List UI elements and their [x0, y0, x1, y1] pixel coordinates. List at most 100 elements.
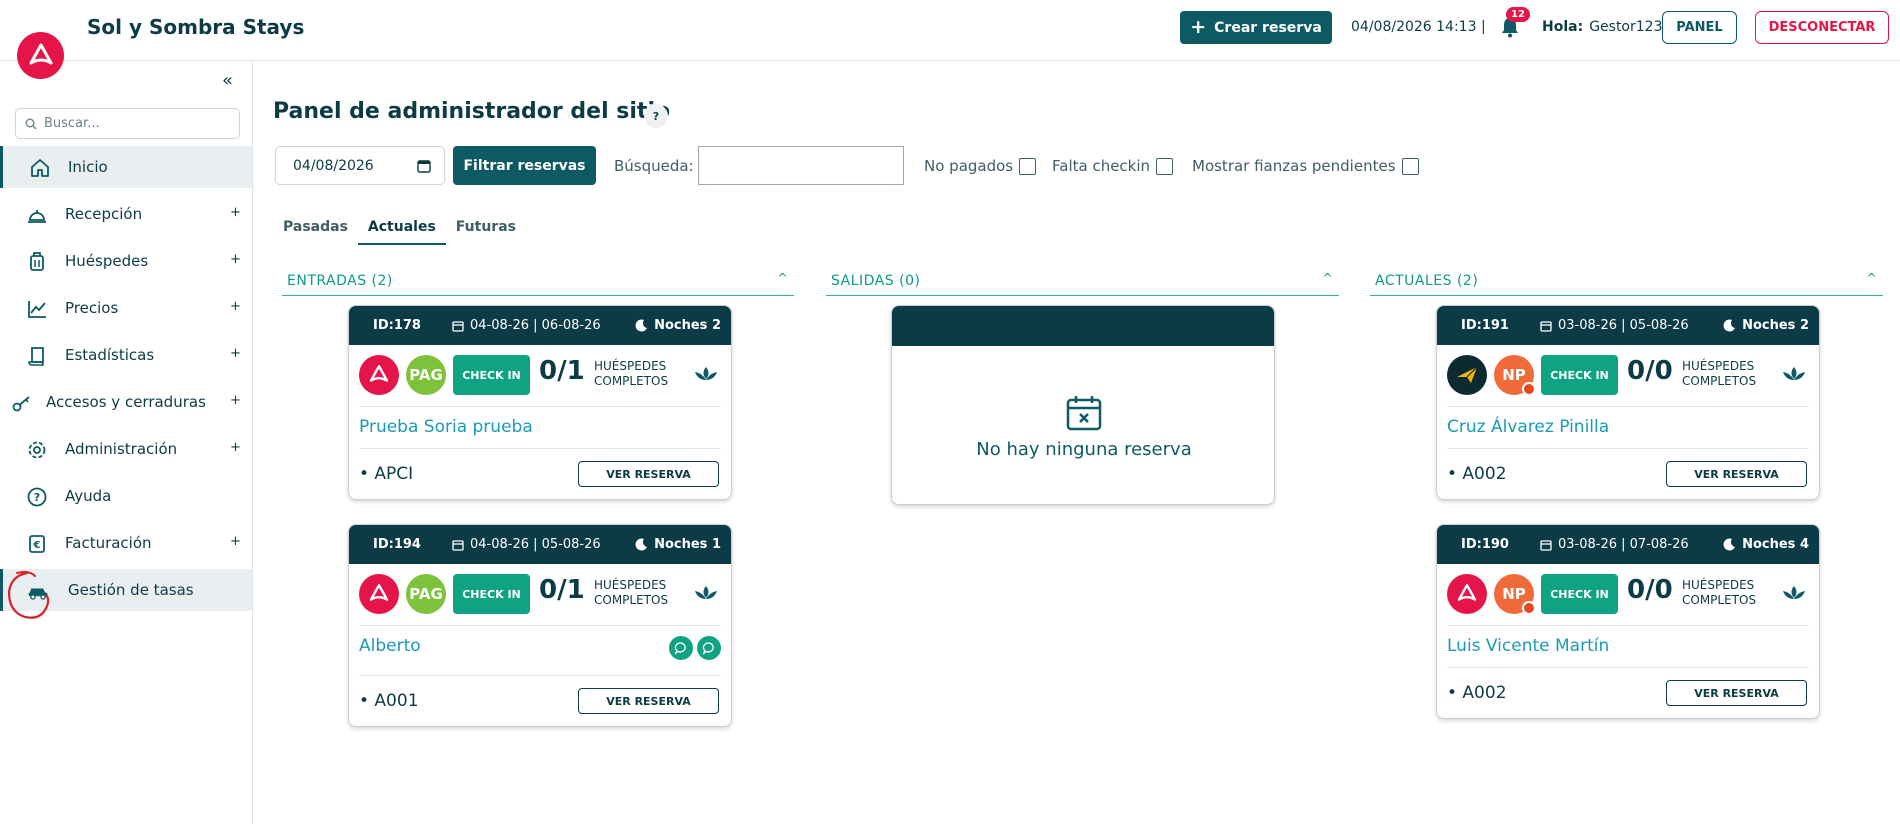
sidebar-item-huespedes[interactable]: Huéspedes + — [0, 240, 252, 282]
sidebar-search[interactable] — [15, 108, 240, 139]
sidebar-item-estadisticas[interactable]: Estadísticas + — [0, 334, 252, 376]
euro-icon: € — [26, 533, 48, 555]
expand-plus-icon[interactable]: + — [230, 534, 241, 549]
expand-plus-icon[interactable]: + — [230, 205, 241, 220]
reservation-card[interactable]: ID:194 04-08-26 | 05-08-26 Noches 1 PAG … — [348, 524, 732, 727]
expand-plus-icon[interactable]: + — [230, 252, 241, 267]
sidebar-item-administracion[interactable]: Administración + — [0, 428, 252, 470]
guests-count: 0/0 — [1627, 356, 1673, 386]
date-input[interactable]: 04/08/2026 — [275, 146, 445, 185]
tab-futuras[interactable]: Futuras — [446, 217, 526, 245]
channel-logo-icon — [359, 574, 399, 614]
sidebar-item-facturacion[interactable]: € Facturación + — [0, 522, 252, 564]
moon-icon — [635, 538, 648, 551]
sidebar-item-ayuda[interactable]: ? Ayuda — [0, 475, 252, 517]
check-in-button[interactable]: CHECK IN — [1541, 355, 1618, 395]
sidebar-item-inicio[interactable]: Inicio — [0, 146, 252, 188]
chevron-up-icon[interactable]: ^ — [777, 271, 788, 285]
reservation-card[interactable]: ID:190 03-08-26 | 07-08-26 Noches 4 NP C… — [1436, 524, 1820, 719]
sidebar-item-label: Facturación — [65, 534, 152, 552]
collapse-sidebar-icon[interactable]: « — [222, 70, 233, 91]
chevron-up-icon[interactable]: ^ — [1322, 271, 1333, 285]
guest-name-link[interactable]: Cruz Álvarez Pinilla — [1447, 417, 1609, 437]
payment-status-badge: NP — [1494, 574, 1536, 615]
expand-plus-icon[interactable]: + — [230, 299, 241, 314]
reservation-nights: Noches 2 — [635, 318, 721, 333]
notification-badge: 12 — [1506, 7, 1530, 22]
nights-text: Noches 2 — [1742, 318, 1809, 333]
checkbox-label: No pagados — [924, 157, 1014, 175]
check-in-button[interactable]: CHECK IN — [453, 355, 530, 395]
sidebar-item-label: Estadísticas — [65, 346, 155, 364]
card-header: ID:190 03-08-26 | 07-08-26 Noches 4 — [1437, 525, 1819, 564]
search-label: Búsqueda: — [614, 157, 694, 175]
view-reservation-button[interactable]: VER RESERVA — [578, 688, 719, 714]
reservation-nights: Noches 2 — [1723, 318, 1809, 333]
guest-name-link[interactable]: Alberto — [359, 636, 421, 656]
calendar-x-icon — [1066, 396, 1102, 431]
dates-text: 03-08-26 | 07-08-26 — [1558, 537, 1689, 552]
sidebar-item-label: Administración — [65, 440, 178, 458]
guests-label-line: HUÉSPEDES — [594, 578, 667, 592]
tab-actuales[interactable]: Actuales — [357, 217, 446, 245]
payment-status-text: NP — [1502, 585, 1526, 603]
guest-name-link[interactable]: Prueba Soria prueba — [359, 417, 533, 437]
guests-label-line: HUÉSPEDES — [1682, 578, 1755, 592]
sidebar-search-input[interactable] — [44, 116, 224, 131]
reservation-dates: 03-08-26 | 05-08-26 — [1540, 318, 1689, 333]
reservation-card[interactable]: ID:191 03-08-26 | 05-08-26 Noches 2 NP C… — [1436, 305, 1820, 500]
search-input[interactable] — [698, 146, 904, 185]
brand-logo-icon[interactable] — [17, 32, 64, 79]
reservation-card[interactable]: ID:178 04-08-26 | 06-08-26 Noches 2 PAG … — [348, 305, 732, 500]
gear-icon — [26, 439, 48, 461]
filter-falta-checkin[interactable]: Falta checkin — [1052, 157, 1174, 175]
chevron-up-icon[interactable]: ^ — [1866, 271, 1877, 285]
filter-fianzas-pendientes[interactable]: Mostrar fianzas pendientes — [1192, 157, 1419, 175]
lotus-icon — [1783, 586, 1805, 599]
user-greeting: Hola: Gestor123 — [1542, 19, 1662, 35]
check-in-button[interactable]: CHECK IN — [453, 574, 530, 614]
channel-logo-icon — [1447, 574, 1487, 614]
expand-plus-icon[interactable]: + — [230, 346, 241, 361]
view-reservation-button[interactable]: VER RESERVA — [1666, 680, 1807, 706]
create-reservation-button[interactable]: + Crear reserva — [1180, 11, 1332, 44]
chat-icon[interactable] — [697, 636, 721, 660]
moon-icon — [1723, 538, 1736, 551]
checkbox-fianzas-pendientes[interactable] — [1401, 157, 1419, 175]
help-icon[interactable]: ? — [644, 104, 668, 128]
sidebar-item-accesos[interactable]: Accesos y cerraduras + — [0, 381, 252, 423]
guest-name-link[interactable]: Luis Vicente Martín — [1447, 636, 1609, 656]
checkbox-label: Falta checkin — [1052, 157, 1151, 175]
sidebar-item-recepcion[interactable]: Recepción + — [0, 193, 252, 235]
view-reservation-button[interactable]: VER RESERVA — [1666, 461, 1807, 487]
current-datetime: 04/08/2026 14:13 | — [1351, 19, 1486, 35]
guest-name-row: Luis Vicente Martín — [1447, 626, 1809, 668]
checkbox-no-pagados[interactable] — [1019, 157, 1037, 175]
view-reservation-button[interactable]: VER RESERVA — [578, 461, 719, 487]
key-icon — [11, 392, 33, 414]
column-header-entradas[interactable]: ENTRADAS (2) ^ — [282, 270, 794, 296]
reservation-dates: 03-08-26 | 07-08-26 — [1540, 537, 1689, 552]
logout-button[interactable]: DESCONECTAR — [1755, 11, 1889, 44]
check-in-button[interactable]: CHECK IN — [1541, 574, 1618, 614]
expand-plus-icon[interactable]: + — [230, 440, 241, 455]
column-header-actuales[interactable]: ACTUALES (2) ^ — [1370, 270, 1883, 296]
chat-icon[interactable] — [669, 636, 693, 660]
filter-no-pagados[interactable]: No pagados — [924, 157, 1037, 175]
filter-reservations-button[interactable]: Filtrar reservas — [453, 146, 596, 185]
airplane-icon — [1447, 355, 1487, 395]
guests-count: 0/1 — [539, 575, 585, 605]
tab-pasadas[interactable]: Pasadas — [273, 217, 358, 245]
room-code: • APCI — [359, 464, 414, 484]
guests-label-line: COMPLETOS — [594, 374, 669, 388]
calendar-icon — [1540, 539, 1552, 551]
checkbox-falta-checkin[interactable] — [1156, 157, 1174, 175]
panel-button[interactable]: PANEL — [1662, 11, 1737, 44]
sidebar-item-precios[interactable]: Precios + — [0, 287, 252, 329]
expand-plus-icon[interactable]: + — [230, 393, 241, 408]
guests-label-line: COMPLETOS — [1682, 374, 1757, 388]
calendar-icon[interactable] — [417, 159, 431, 173]
column-header-salidas[interactable]: SALIDAS (0) ^ — [826, 270, 1339, 296]
guests-count: 0/1 — [539, 356, 585, 386]
sidebar-item-label: Accesos y cerraduras — [46, 393, 206, 411]
